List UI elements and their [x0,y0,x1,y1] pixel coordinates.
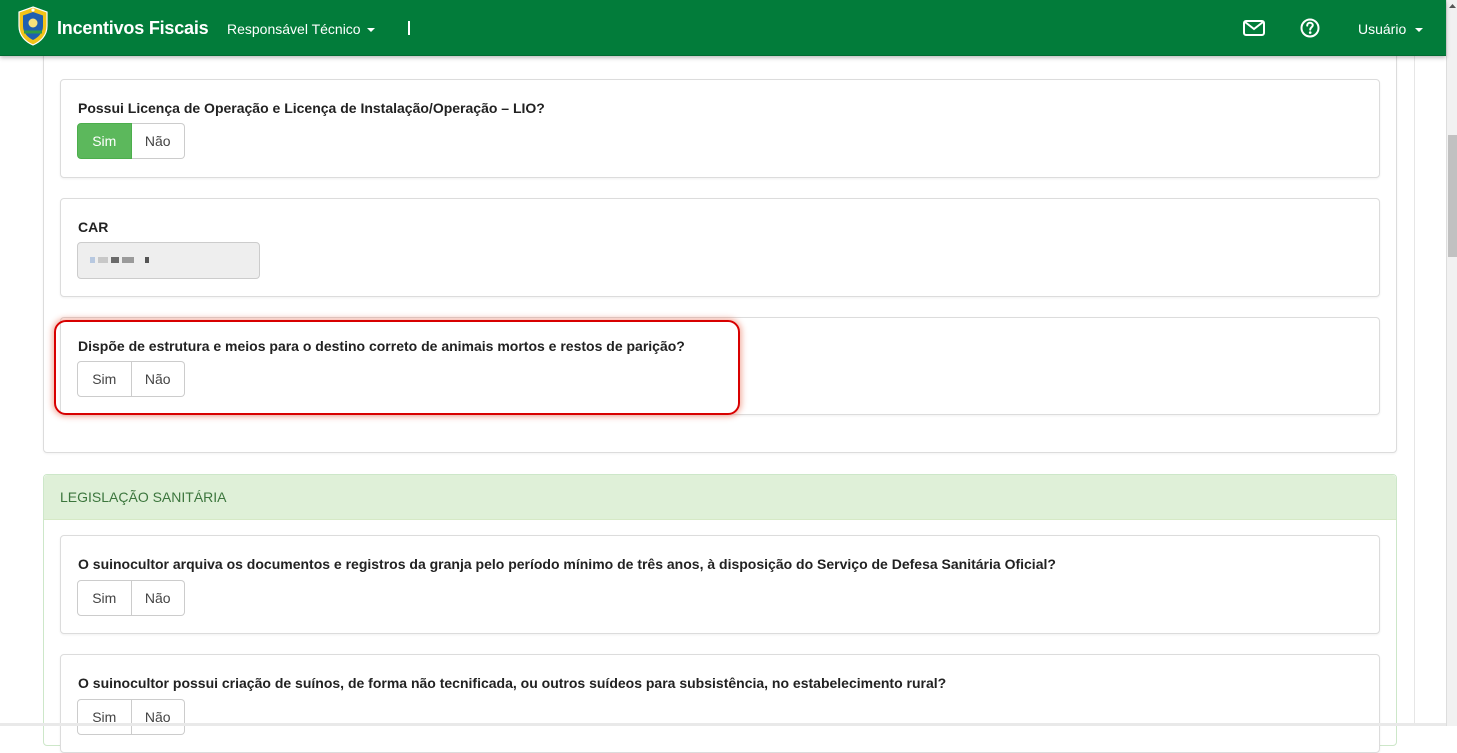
scroll-up-arrow-icon[interactable] [1447,0,1457,12]
yes-button[interactable]: Sim [77,361,132,397]
car-label: CAR [78,219,109,235]
page-right-gutter [1414,55,1446,726]
section-title: LEGISLAÇÃO SANITÁRIA [60,489,227,505]
user-menu-dropdown[interactable]: Usuário [1358,21,1424,37]
yes-no-toggle: Sim Não [77,361,185,397]
nav-role-dropdown[interactable]: Responsável Técnico [227,21,375,37]
question-label: O suinocultor possui criação de suínos, … [78,675,947,691]
brand-title[interactable]: Incentivos Fiscais [57,18,209,39]
redacted-value-block [90,257,95,263]
question-card-criacao-subsistencia: O suinocultor possui criação de suínos, … [60,654,1380,753]
redacted-value-block [145,257,149,263]
yes-button[interactable]: Sim [77,123,132,159]
question-card-destino-animais: Dispõe de estrutura e meios para o desti… [60,317,1380,415]
no-button[interactable]: Não [131,699,185,735]
user-menu-label: Usuário [1358,21,1407,37]
question-label: O suinocultor arquiva os documentos e re… [78,556,1056,572]
question-label: Possui Licença de Operação e Licença de … [78,100,545,116]
no-button[interactable]: Não [131,123,185,159]
nav-role-label: Responsável Técnico [227,21,361,37]
redacted-value-block [111,257,119,263]
envelope-icon[interactable] [1243,20,1265,36]
question-label: Dispõe de estrutura e meios para o desti… [78,338,685,354]
yes-button[interactable]: Sim [77,580,132,616]
top-navbar: Incentivos Fiscais Responsável Técnico U… [0,0,1446,56]
vertical-scrollbar[interactable] [1446,0,1457,726]
question-circle-icon[interactable] [1300,18,1320,38]
state-coat-of-arms-icon[interactable] [16,6,50,46]
yes-no-toggle: Sim Não [77,580,185,616]
question-card-lio: Possui Licença de Operação e Licença de … [60,79,1380,178]
no-button[interactable]: Não [131,580,185,616]
redacted-value-block [98,257,108,263]
caret-down-icon [366,28,375,33]
scrollbar-thumb[interactable] [1448,135,1457,257]
section-header: LEGISLAÇÃO SANITÁRIA [44,475,1396,520]
caret-down-icon [1415,28,1424,33]
yes-no-toggle: Sim Não [77,699,185,735]
car-card: CAR [60,198,1380,297]
no-button[interactable]: Não [131,361,185,397]
yes-no-toggle: Sim Não [77,123,185,159]
yes-button[interactable]: Sim [77,699,132,735]
question-card-arquiva-documentos: O suinocultor arquiva os documentos e re… [60,535,1380,634]
redacted-value-block [122,257,134,263]
car-field-readonly [77,242,260,279]
nav-divider [408,21,410,35]
